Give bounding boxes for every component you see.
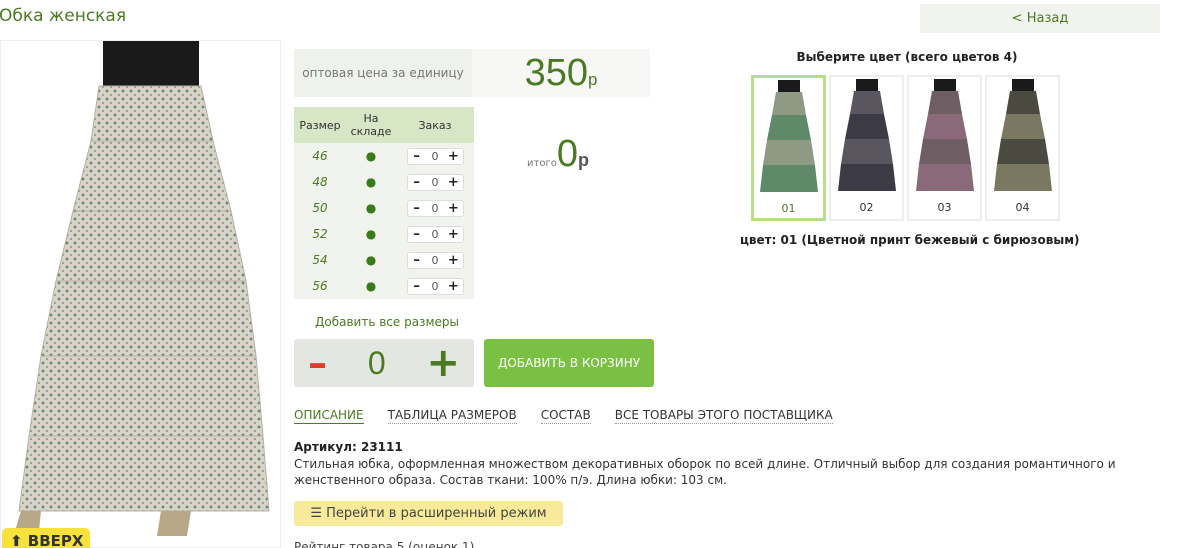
quantity-minus-button[interactable]: – [308,344,327,382]
color-swatch[interactable]: 04 [985,75,1060,221]
size-qty-value[interactable]: 0 [426,150,444,163]
order-cell: –0 + [396,247,474,273]
size-plus-button[interactable]: + [444,149,462,164]
size-qty-stepper: –0 + [406,199,464,217]
swatch-skirt-image [759,80,818,192]
size-qty-value[interactable]: 0 [426,228,444,241]
swatch-label: 04 [1015,201,1030,214]
size-minus-button[interactable]: – [408,279,426,294]
swatch-label: 01 [781,202,796,215]
total-label: итого [527,158,557,169]
choose-color-title: Выберите цвет (всего цветов 4) [796,50,1018,64]
size-qty-stepper: –0 + [406,251,464,269]
size-qty-value[interactable]: 0 [426,254,444,267]
quantity-stepper: – 0 + [294,339,474,387]
tab-supplier-products[interactable]: ВСЕ ТОВАРЫ ЭТОГО ПОСТАВЩИКА [614,408,833,424]
order-cell: –0 + [396,273,474,299]
total: итого0р [527,133,589,176]
color-swatches: 01 02 03 04 [751,75,1060,221]
size-qty-stepper: –0 + [406,225,464,243]
swatch-label: 02 [859,201,874,214]
size-minus-button[interactable]: – [408,149,426,164]
size-qty-stepper: –0 + [406,277,464,295]
size-row: 46 ● –0 + [294,143,474,169]
stock-indicator: ● [346,221,396,247]
size-minus-button[interactable]: – [408,253,426,268]
order-cell: –0 + [396,221,474,247]
total-value: 0 [556,133,578,175]
size-row: 56 ● –0 + [294,273,474,299]
stock-indicator: ● [346,195,396,221]
size-minus-button[interactable]: – [408,201,426,216]
selected-color-caption: цвет: 01 (Цветной принт бежевый с бирюзо… [740,233,1080,247]
size-row: 50 ● –0 + [294,195,474,221]
size-row: 54 ● –0 + [294,247,474,273]
size-plus-button[interactable]: + [444,279,462,294]
tab-composition[interactable]: СОСТАВ [540,408,591,424]
color-swatch[interactable]: 02 [829,75,904,221]
size-plus-button[interactable]: + [444,175,462,190]
rating-text: Рейтинг товара 5 (оценок 1) [294,540,475,548]
size-value: 54 [294,247,346,273]
quantity-value[interactable]: 0 [368,345,386,382]
swatch-skirt-image [915,79,974,191]
price-label: оптовая цена за единицу [294,49,472,97]
tab-size-chart[interactable]: ТАБЛИЦА РАЗМЕРОВ [387,408,517,424]
size-minus-button[interactable]: – [408,175,426,190]
size-table: Размер На складе Заказ 46 ● –0 +48 ● –0 +50 ● –0… [294,107,474,299]
order-cell: –0 + [396,169,474,195]
add-all-sizes-link[interactable]: Добавить все размеры [315,315,459,329]
price-value: 350 [524,52,588,94]
total-currency: р [577,150,589,170]
size-row: 48 ● –0 + [294,169,474,195]
size-value: 52 [294,221,346,247]
advanced-mode-button[interactable]: ☰ Перейти в расширенный режим [294,501,563,526]
price-box: 350р [472,49,650,97]
stock-header: На складе [346,107,396,143]
page-title: Юбка женская [0,6,127,26]
size-value: 56 [294,273,346,299]
color-swatch[interactable]: 01 [751,75,826,221]
info-tabs: ОПИСАНИЕ ТАБЛИЦА РАЗМЕРОВ СОСТАВ ВСЕ ТОВ… [294,408,833,424]
quantity-plus-button[interactable]: + [426,343,460,383]
scroll-up-button[interactable]: ⬆ ВВЕРХ [2,528,90,548]
back-link[interactable]: < Назад [920,4,1160,33]
product-description: Стильная юбка, оформленная множеством де… [294,457,1116,487]
stock-indicator: ● [346,247,396,273]
size-qty-stepper: –0 + [406,173,464,191]
article-number: Артикул: 23111 [294,440,403,454]
size-minus-button[interactable]: – [408,227,426,242]
color-swatch[interactable]: 03 [907,75,982,221]
tab-description[interactable]: ОПИСАНИЕ [294,408,364,424]
add-to-cart-button[interactable]: ДОБАВИТЬ В КОРЗИНУ [484,339,654,387]
order-cell: –0 + [396,195,474,221]
swatch-skirt-image [837,79,896,191]
size-qty-value[interactable]: 0 [426,280,444,293]
stock-indicator: ● [346,273,396,299]
size-plus-button[interactable]: + [444,253,462,268]
size-qty-value[interactable]: 0 [426,176,444,189]
order-cell: –0 + [396,143,474,169]
size-value: 50 [294,195,346,221]
size-value: 46 [294,143,346,169]
size-header: Размер [294,107,346,143]
stock-indicator: ● [346,143,396,169]
stock-indicator: ● [346,169,396,195]
size-row: 52 ● –0 + [294,221,474,247]
size-qty-value[interactable]: 0 [426,202,444,215]
product-photo [0,40,281,548]
swatch-label: 03 [937,201,952,214]
size-value: 48 [294,169,346,195]
size-qty-stepper: –0 + [406,147,464,165]
size-plus-button[interactable]: + [444,201,462,216]
price-currency: р [587,70,598,89]
order-header: Заказ [396,107,474,143]
skirt-image [15,41,270,536]
size-plus-button[interactable]: + [444,227,462,242]
swatch-skirt-image [993,79,1052,191]
